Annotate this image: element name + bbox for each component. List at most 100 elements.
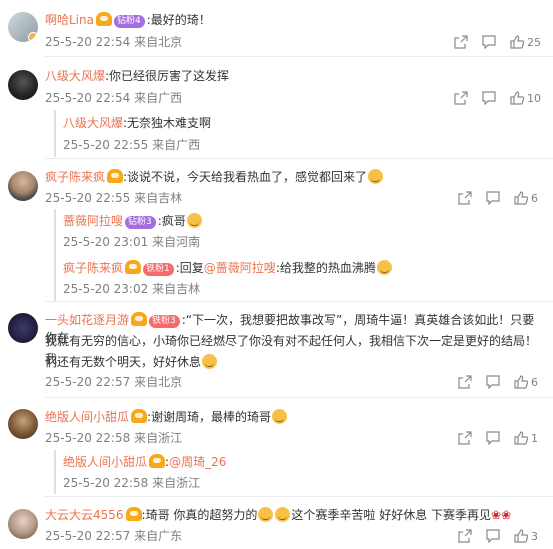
comment-text: :谈说不说，今天给我看热血了，感觉都回来了 xyxy=(123,170,368,184)
like-icon[interactable] xyxy=(514,431,528,445)
comment-text-line3: 们还有无数个明天，好好休息 xyxy=(45,355,202,369)
smile-emoji-icon xyxy=(376,260,392,275)
like-icon[interactable] xyxy=(514,375,528,389)
reply-location: 来自浙江 xyxy=(152,476,201,490)
location: 来自广东 xyxy=(134,529,183,543)
verified-badge-icon xyxy=(28,32,38,42)
fan-tag: 铁粉3 xyxy=(149,315,180,328)
like-icon[interactable] xyxy=(510,91,524,105)
username[interactable]: 一头如花逐月游 xyxy=(45,313,129,327)
reply-timestamp: 25-5-20 23:01 xyxy=(63,235,149,249)
share-icon[interactable] xyxy=(458,431,472,445)
comment-icon[interactable] xyxy=(482,35,496,49)
comment-icon[interactable] xyxy=(486,529,500,543)
avatar[interactable] xyxy=(8,12,38,42)
timestamp: 25-5-20 22:57 xyxy=(45,375,131,389)
share-icon[interactable] xyxy=(458,529,472,543)
timestamp: 25-5-20 22:54 xyxy=(45,35,131,49)
comment-text: :你已经很厉害了这发挥 xyxy=(105,69,230,83)
comment-text-2: 这个赛季辛苦啦 好好休息 下赛季再见 xyxy=(291,508,492,522)
like-icon[interactable] xyxy=(510,35,524,49)
mention-link[interactable]: @蔷薇阿拉嗖 xyxy=(204,261,276,275)
fan-tag: 铁粉1 xyxy=(143,263,174,276)
vip-icon xyxy=(131,409,148,423)
timestamp: 25-5-20 22:58 xyxy=(45,431,131,445)
username[interactable]: 啊哈Lina xyxy=(45,13,94,27)
smile-emoji-icon xyxy=(275,507,291,522)
mention-link[interactable]: @周琦_26 xyxy=(169,455,226,469)
like-icon[interactable] xyxy=(514,191,528,205)
comment-icon[interactable] xyxy=(486,191,500,205)
reply-location: 来自河南 xyxy=(152,235,201,249)
reply-username[interactable]: 疯子陈来疯 xyxy=(63,261,123,275)
like-count: 25 xyxy=(527,35,541,49)
comment-item: 啊哈Lina 钻粉4:最好的琦！ 25-5-20 22:54 来自北京 25 xyxy=(0,0,553,60)
comment-item: 一头如花逐月游 铁粉3:“下一次，我想要把故事改写”，周琦牛逼！真英雄合该如此！只… xyxy=(0,302,553,398)
comment-item: 疯子陈来疯 :谈说不说，今天给我看热血了，感觉都回来了 25-5-20 22:55… xyxy=(0,159,553,302)
reply-username[interactable]: 蔷薇阿拉嗖 xyxy=(63,214,123,228)
share-icon[interactable] xyxy=(458,375,472,389)
reply-location: 来自吉林 xyxy=(152,282,201,296)
vip-icon xyxy=(125,507,142,521)
comment-text: :琦哥 你真的超努力的 xyxy=(141,508,258,522)
reply-timestamp: 25-5-20 22:55 xyxy=(63,138,149,152)
rose-icon: ❀ xyxy=(491,508,502,522)
reply-list: 绝版人间小甜瓜:@周琦_26 25-5-20 22:58 来自浙江 xyxy=(45,450,543,494)
avatar[interactable] xyxy=(8,509,38,539)
smile-emoji-icon xyxy=(186,213,202,228)
sleep-emoji-icon xyxy=(202,354,218,369)
location: 来自吉林 xyxy=(134,191,183,205)
share-icon[interactable] xyxy=(454,91,468,105)
avatar[interactable] xyxy=(8,70,38,100)
comment-item: 八级大风爆:你已经很厉害了这发挥 25-5-20 22:54 来自广西 10 八… xyxy=(0,57,553,160)
avatar[interactable] xyxy=(8,409,38,439)
smile-emoji-icon xyxy=(368,169,384,184)
rose-icon: ❀ xyxy=(501,508,512,522)
comment-text: :谢谢周琦，最棒的琦哥 xyxy=(147,410,272,424)
vip-icon xyxy=(95,12,112,26)
reply-username[interactable]: 八级大风爆 xyxy=(63,116,123,130)
comment-item: 绝版人间小甜瓜:谢谢周琦，最棒的琦哥 25-5-20 22:58 来自浙江 1 … xyxy=(0,398,553,496)
location: 来自广西 xyxy=(134,91,183,105)
username[interactable]: 八级大风爆 xyxy=(45,69,105,83)
smile-emoji-icon xyxy=(272,409,288,424)
reply-text: :给我整的热血沸腾 xyxy=(275,261,376,275)
like-count: 6 xyxy=(531,191,538,205)
username[interactable]: 大云大云4556 xyxy=(45,508,124,522)
like-icon[interactable] xyxy=(514,529,528,543)
vip-icon xyxy=(149,454,166,468)
fan-tag: 钻粉3 xyxy=(125,216,156,229)
like-count: 1 xyxy=(531,431,538,445)
avatar[interactable] xyxy=(8,171,38,201)
comment-item: 大云大云4556:琦哥 你真的超努力的 这个赛季辛苦啦 好好休息 下赛季再见❀❀ … xyxy=(0,497,553,549)
share-icon[interactable] xyxy=(454,35,468,49)
timestamp: 25-5-20 22:54 xyxy=(45,91,131,105)
username[interactable]: 疯子陈来疯 xyxy=(45,170,105,184)
reply-text: :无奈独木难支啊 xyxy=(123,116,212,130)
timestamp: 25-5-20 22:57 xyxy=(45,529,131,543)
fan-tag: 钻粉4 xyxy=(113,15,145,28)
like-count: 6 xyxy=(531,375,538,389)
vip-icon xyxy=(125,260,142,274)
username[interactable]: 绝版人间小甜瓜 xyxy=(45,410,129,424)
location: 来自北京 xyxy=(134,35,183,49)
vip-icon xyxy=(131,312,148,326)
comment-icon[interactable] xyxy=(486,375,500,389)
timestamp: 25-5-20 22:55 xyxy=(45,191,131,205)
like-count: 10 xyxy=(527,91,541,105)
share-icon[interactable] xyxy=(458,191,472,205)
reply-timestamp: 25-5-20 22:58 xyxy=(63,476,149,490)
reply-username[interactable]: 绝版人间小甜瓜 xyxy=(63,455,147,469)
comment-text: :最好的琦！ xyxy=(146,13,211,27)
comment-icon[interactable] xyxy=(486,431,500,445)
reply-prefix: :回复 xyxy=(175,261,204,275)
smile-emoji-icon xyxy=(258,507,274,522)
reply-timestamp: 25-5-20 23:02 xyxy=(63,282,149,296)
like-count: 3 xyxy=(531,529,538,543)
comment-icon[interactable] xyxy=(482,91,496,105)
avatar[interactable] xyxy=(8,313,38,343)
location: 来自北京 xyxy=(134,375,183,389)
reply-text: :疯哥 xyxy=(157,214,186,228)
reply-list: 八级大风爆:无奈独木难支啊 25-5-20 22:55 来自广西 xyxy=(45,110,543,157)
reply-list: 蔷薇阿拉嗖 钻粉3:疯哥 25-5-20 23:01 来自河南 疯子陈来疯 铁粉1:… xyxy=(45,209,543,301)
